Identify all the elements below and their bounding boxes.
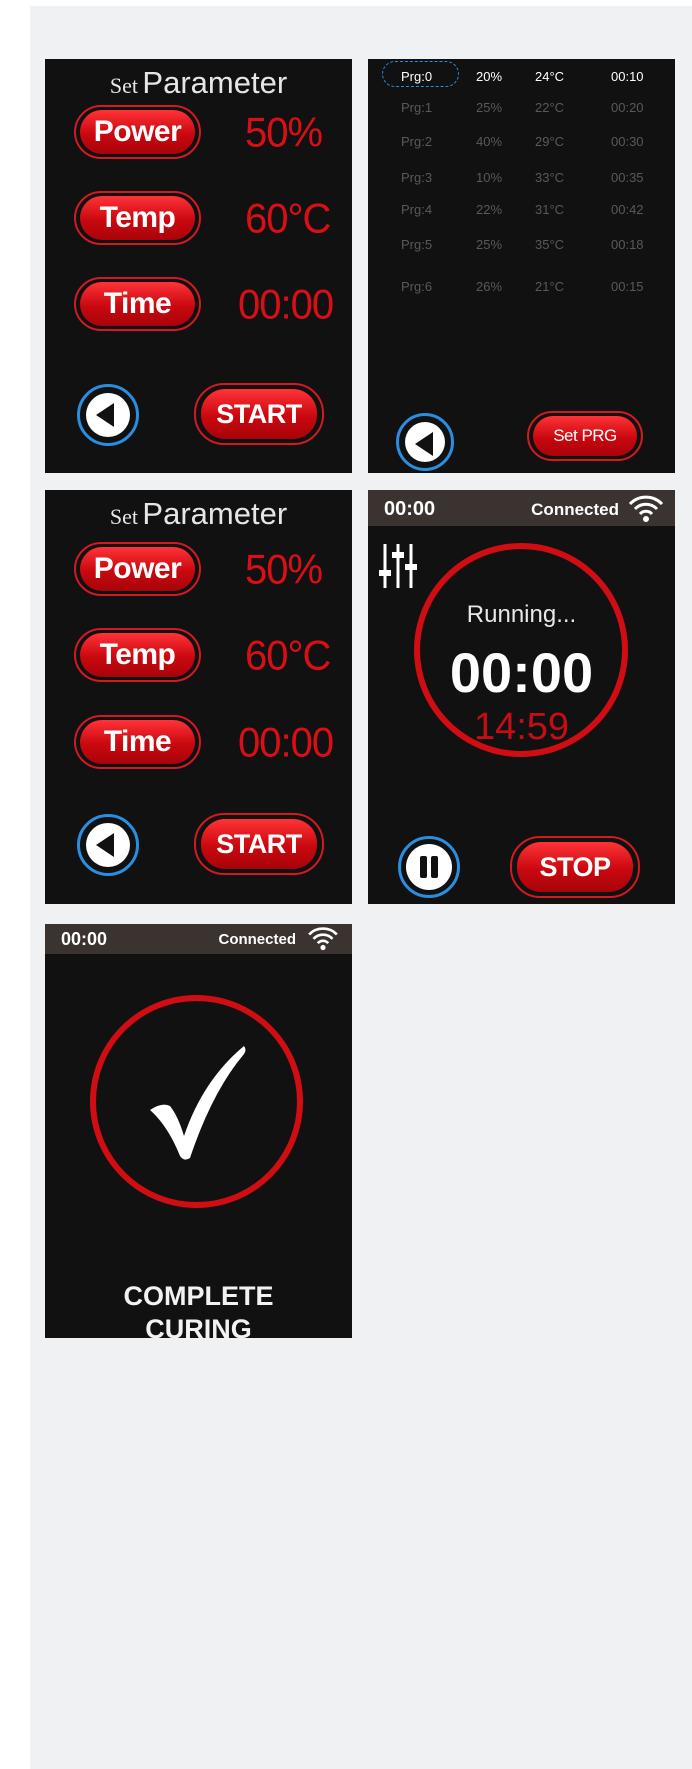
program-power: 25% xyxy=(476,100,503,115)
power-button[interactable]: Power xyxy=(74,542,201,596)
program-temp: 22°C xyxy=(535,100,565,115)
back-arrow-icon xyxy=(86,823,130,867)
back-button[interactable] xyxy=(77,384,139,446)
program-prg: Prg:6 xyxy=(401,279,433,294)
program-time: 00:30 xyxy=(611,134,644,149)
program-temp: 35°C xyxy=(535,237,565,252)
time-value: 00:00 xyxy=(238,281,334,329)
start-button[interactable]: START xyxy=(194,383,324,445)
program-time: 00:20 xyxy=(611,100,644,115)
temp-button[interactable]: Temp xyxy=(74,628,201,682)
program-power: 22% xyxy=(476,202,503,217)
program-time: 00:15 xyxy=(611,279,644,294)
temp-value: 60°C xyxy=(245,195,331,243)
program-temp: 31°C xyxy=(535,202,565,217)
program-row[interactable]: Prg:4 22% 31°C 00:42 xyxy=(368,202,675,222)
back-arrow-icon xyxy=(86,393,130,437)
program-power: 40% xyxy=(476,134,503,149)
connection-status: Connected xyxy=(531,500,619,519)
pause-icon xyxy=(406,844,452,890)
program-row[interactable]: Prg:1 25% 22°C 00:20 xyxy=(368,100,675,120)
elapsed-timer: 00:00 xyxy=(449,641,594,704)
program-prg: Prg:4 xyxy=(401,202,433,217)
running-status: Running... xyxy=(466,601,577,628)
program-time: 00:42 xyxy=(611,202,644,217)
start-button[interactable]: START xyxy=(194,813,324,875)
screen-title: Set Parameter xyxy=(109,65,288,100)
program-temp: 29°C xyxy=(535,134,565,149)
power-value: 50% xyxy=(245,546,323,594)
program-power: 20% xyxy=(476,69,503,84)
program-row[interactable]: Prg:6 26% 21°C 00:15 xyxy=(368,279,675,299)
clock: 00:00 xyxy=(61,929,108,949)
time-button[interactable]: Time xyxy=(74,715,201,769)
wifi-icon xyxy=(308,927,338,951)
program-power: 26% xyxy=(476,279,503,294)
back-button[interactable] xyxy=(396,413,454,471)
program-prg: Prg:3 xyxy=(401,170,433,185)
program-temp: 21°C xyxy=(535,279,565,294)
pause-button[interactable] xyxy=(398,836,460,898)
clock: 00:00 xyxy=(384,498,436,520)
wifi-icon xyxy=(628,495,664,522)
power-button[interactable]: Power xyxy=(74,105,201,159)
program-temp: 33°C xyxy=(535,170,565,185)
program-prg: Prg:0 xyxy=(401,69,433,84)
remaining-timer: 14:59 xyxy=(473,706,570,748)
program-time: 00:10 xyxy=(611,69,644,84)
program-prg: Prg:1 xyxy=(401,100,433,115)
time-button[interactable]: Time xyxy=(74,277,201,331)
screen-title: Set Parameter xyxy=(109,496,288,531)
program-list-screen: Prg:0 20% 24°C 00:10 Prg:1 25% 22°C 00:20 Prg:2 4… xyxy=(368,59,675,473)
program-time: 00:35 xyxy=(611,170,644,185)
program-time: 00:18 xyxy=(611,237,644,252)
set-parameter-screen: Set Parameter Power 50% Temp 60°C Time 0… xyxy=(45,59,352,473)
complete-message: COMPLETE CURING xyxy=(123,1281,274,1338)
settings-sliders-icon[interactable] xyxy=(378,542,424,590)
program-row[interactable]: Prg:5 25% 35°C 00:18 xyxy=(368,237,675,257)
program-row[interactable]: Prg:3 10% 33°C 00:35 xyxy=(368,170,675,190)
back-arrow-icon xyxy=(405,422,445,462)
program-power: 25% xyxy=(476,237,503,252)
program-prg: Prg:2 xyxy=(401,134,433,149)
running-screen: 00:00 Connected Running... 00:00 14:59 S… xyxy=(368,490,675,904)
program-temp: 24°C xyxy=(535,69,565,84)
back-button[interactable] xyxy=(77,814,139,876)
checkmark-icon xyxy=(150,1046,246,1160)
power-value: 50% xyxy=(245,109,323,157)
program-power: 10% xyxy=(476,170,503,185)
program-row[interactable]: Prg:0 20% 24°C 00:10 xyxy=(368,69,675,89)
program-row[interactable]: Prg:2 40% 29°C 00:30 xyxy=(368,134,675,154)
program-prg: Prg:5 xyxy=(401,237,433,252)
status-bar: 00:00 Connected xyxy=(368,490,675,526)
time-value: 00:00 xyxy=(238,719,334,767)
connection-status: Connected xyxy=(218,931,296,948)
temp-button[interactable]: Temp xyxy=(74,191,201,245)
status-bar: 00:00 Connected xyxy=(45,924,352,954)
complete-screen: 00:00 Connected COMPLETE CURING xyxy=(45,924,352,1338)
temp-value: 60°C xyxy=(245,632,331,680)
set-prg-button[interactable]: Set PRG xyxy=(527,411,643,461)
set-parameter-screen: Set Parameter Power 50% Temp 60°C Time 0… xyxy=(45,490,352,904)
stop-button[interactable]: STOP xyxy=(510,836,640,898)
